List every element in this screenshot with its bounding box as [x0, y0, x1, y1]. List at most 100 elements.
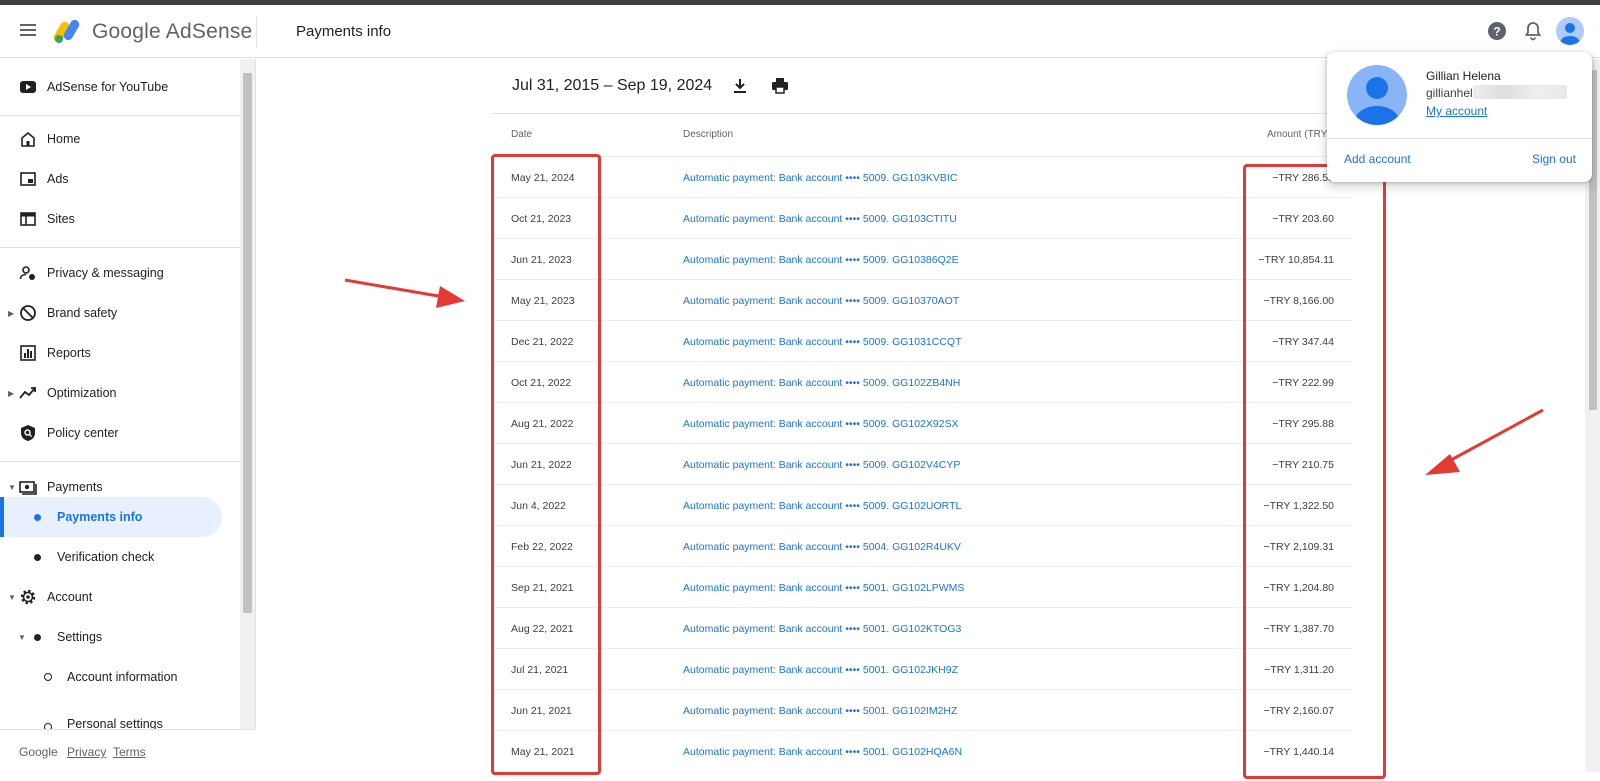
sidebar-item-adsense-youtube[interactable]: AdSense for YouTube	[0, 69, 240, 105]
sidebar-scroll-thumb[interactable]	[243, 73, 252, 613]
payment-description-link[interactable]: Automatic payment: Bank account •••• 500…	[683, 213, 957, 225]
payments-icon	[19, 481, 37, 495]
bullet-ring-icon	[44, 673, 52, 681]
privacy-link[interactable]: Privacy	[67, 745, 106, 759]
payment-description-link[interactable]: Automatic payment: Bank account •••• 500…	[683, 705, 957, 717]
sidebar-item-verification-check[interactable]: Verification check	[0, 539, 240, 575]
sidebar-item-label: Brand safety	[47, 306, 118, 320]
privacy-icon	[19, 266, 35, 280]
download-icon[interactable]	[730, 76, 750, 96]
gear-icon	[20, 589, 36, 605]
table-row: May 21, 2024 Automatic payment: Bank acco…	[492, 156, 1352, 197]
table-row: Jun 21, 2021 Automatic payment: Bank acco…	[492, 689, 1352, 730]
sidebar-item-account[interactable]: ▼ Account	[0, 579, 240, 615]
sidebar-item-label: Privacy & messaging	[47, 266, 164, 280]
table-row: Oct 21, 2022 Automatic payment: Bank acco…	[492, 361, 1352, 402]
expand-caret-icon[interactable]: ▶	[8, 389, 14, 398]
table-row: Aug 22, 2021 Automatic payment: Bank acco…	[492, 607, 1352, 648]
sidebar-item-payments-info[interactable]: Payments info	[0, 499, 240, 535]
bullet-icon	[34, 553, 41, 561]
menu-icon[interactable]	[17, 21, 39, 43]
payment-description-link[interactable]: Automatic payment: Bank account •••• 500…	[683, 336, 962, 348]
header-divider	[256, 16, 257, 48]
terms-link[interactable]: Terms	[113, 745, 146, 759]
table-row: Oct 21, 2023 Automatic payment: Bank acco…	[492, 197, 1352, 238]
account-name: Gillian Helena	[1426, 69, 1501, 83]
table-row: Dec 21, 2022 Automatic payment: Bank acco…	[492, 320, 1352, 361]
payment-description-link[interactable]: Automatic payment: Bank account •••• 500…	[683, 582, 964, 594]
date-column-highlight-box	[491, 154, 601, 775]
payment-description-link[interactable]: Automatic payment: Bank account •••• 500…	[683, 172, 957, 184]
payment-description-link[interactable]: Automatic payment: Bank account •••• 500…	[683, 623, 961, 635]
payment-description-link[interactable]: Automatic payment: Bank account •••• 500…	[683, 541, 961, 553]
adsense-logo-icon	[54, 19, 80, 43]
help-icon[interactable]: ?	[1485, 19, 1509, 43]
bullet-icon	[34, 513, 41, 521]
column-header-description[interactable]: Description	[683, 129, 733, 140]
payment-description-link[interactable]: Automatic payment: Bank account •••• 500…	[683, 295, 959, 307]
sidebar-item-reports[interactable]: Reports	[0, 335, 240, 371]
payment-description-link[interactable]: Automatic payment: Bank account •••• 500…	[683, 254, 959, 266]
sidebar-item-label: Sites	[47, 212, 75, 226]
column-header-date[interactable]: Date	[511, 129, 532, 140]
payment-description-link[interactable]: Automatic payment: Bank account •••• 500…	[683, 418, 959, 430]
page-title: Payments info	[296, 23, 392, 40]
sidebar-item-settings[interactable]: ▼ Settings	[0, 619, 240, 655]
my-account-link[interactable]: My account	[1426, 104, 1487, 118]
sign-out-link[interactable]: Sign out	[1532, 152, 1576, 166]
redacted-email-blur	[1473, 85, 1567, 99]
sidebar-footer: Google Privacy Terms	[0, 729, 256, 781]
logo-text: Google AdSense	[92, 20, 253, 43]
sidebar-item-policy-center[interactable]: Policy center	[0, 415, 240, 451]
sidebar-item-account-information[interactable]: Account information	[0, 659, 240, 695]
table-row: Aug 21, 2022 Automatic payment: Bank acco…	[492, 402, 1352, 443]
app-header: Google AdSense Payments info ?	[0, 5, 1600, 58]
collapse-caret-icon[interactable]: ▼	[8, 483, 16, 492]
sidebar-divider	[0, 461, 240, 462]
collapse-caret-icon[interactable]: ▼	[8, 593, 16, 602]
avatar-icon[interactable]	[1556, 17, 1584, 45]
sidebar-item-personal-settings[interactable]: Personal settings	[0, 697, 240, 729]
svg-text:?: ?	[1493, 25, 1500, 39]
right-arrow	[1425, 408, 1544, 475]
add-account-link[interactable]: Add account	[1344, 152, 1411, 166]
table-row: Jun 4, 2022 Automatic payment: Bank accou…	[492, 484, 1352, 525]
sidebar-item-sites[interactable]: Sites	[0, 201, 240, 237]
sidebar: AdSense for YouTube Home Ads Sites Priva…	[0, 59, 256, 781]
sidebar-item-label: Personal settings	[67, 717, 163, 729]
date-range[interactable]: Jul 31, 2015 – Sep 19, 2024	[512, 77, 712, 95]
footer-brand: Google	[19, 745, 58, 759]
sidebar-item-brand-safety[interactable]: ▶ Brand safety	[0, 295, 240, 331]
sidebar-item-label: Settings	[57, 630, 103, 644]
youtube-icon	[20, 81, 36, 93]
reports-icon	[20, 345, 36, 361]
expand-caret-icon[interactable]: ▶	[8, 309, 14, 318]
sidebar-item-label: Reports	[47, 346, 91, 360]
column-header-amount[interactable]: Amount (TRY)	[1267, 129, 1331, 140]
payment-description-link[interactable]: Automatic payment: Bank account •••• 500…	[683, 500, 961, 512]
sidebar-item-label: Optimization	[47, 386, 117, 400]
sidebar-item-optimization[interactable]: ▶ Optimization	[0, 375, 240, 411]
sites-icon	[20, 212, 36, 226]
sidebar-item-privacy[interactable]: Privacy & messaging	[0, 255, 240, 291]
table-top-border	[492, 113, 1352, 114]
popup-divider	[1327, 138, 1592, 139]
sidebar-item-label: Payments info	[57, 510, 143, 524]
amount-column-highlight-box	[1243, 164, 1386, 779]
payment-description-link[interactable]: Automatic payment: Bank account •••• 500…	[683, 459, 960, 471]
brand-safety-icon	[20, 305, 36, 321]
sidebar-item-label: Home	[47, 132, 81, 146]
payment-description-link[interactable]: Automatic payment: Bank account •••• 500…	[683, 664, 958, 676]
print-icon[interactable]	[770, 76, 790, 96]
account-avatar-icon	[1347, 65, 1407, 125]
sidebar-divider	[0, 247, 240, 248]
table-row: Feb 22, 2022 Automatic payment: Bank acco…	[492, 525, 1352, 566]
sidebar-item-label: Payments	[47, 480, 103, 494]
collapse-caret-icon[interactable]: ▼	[18, 633, 26, 642]
payment-description-link[interactable]: Automatic payment: Bank account •••• 500…	[683, 377, 960, 389]
payment-description-link[interactable]: Automatic payment: Bank account •••• 500…	[683, 746, 962, 758]
bell-icon[interactable]	[1521, 19, 1545, 43]
sidebar-item-ads[interactable]: Ads	[0, 161, 240, 197]
sidebar-item-home[interactable]: Home	[0, 121, 240, 157]
optimization-icon	[19, 387, 36, 399]
